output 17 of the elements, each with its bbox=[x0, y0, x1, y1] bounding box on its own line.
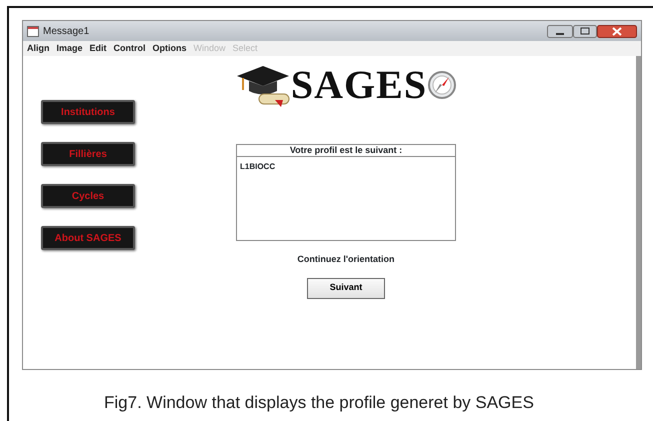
profile-code: L1BIOCC bbox=[239, 161, 276, 173]
panel-header: Votre profil est le suivant : bbox=[237, 145, 455, 157]
menu-item[interactable]: Edit bbox=[90, 42, 107, 56]
menu-item[interactable]: Control bbox=[114, 42, 146, 56]
menu-item[interactable]: Options bbox=[152, 42, 187, 56]
compass-icon bbox=[427, 70, 458, 100]
logo-text: SAGES bbox=[290, 65, 428, 105]
window-title: Message1 bbox=[43, 24, 90, 38]
figure-caption: Fig7. Window that displays the profile generet by SAGES bbox=[103, 392, 535, 414]
menu-item[interactable]: Image bbox=[56, 42, 83, 56]
next-button[interactable]: Suivant bbox=[307, 278, 385, 298]
minimize-icon[interactable] bbox=[547, 24, 573, 38]
close-icon[interactable] bbox=[597, 24, 637, 38]
app-icon bbox=[27, 26, 39, 36]
prompt-text: Continuez l'orientation bbox=[297, 253, 395, 266]
menu-item[interactable]: Align bbox=[27, 42, 50, 56]
maximize-icon[interactable] bbox=[573, 24, 597, 38]
